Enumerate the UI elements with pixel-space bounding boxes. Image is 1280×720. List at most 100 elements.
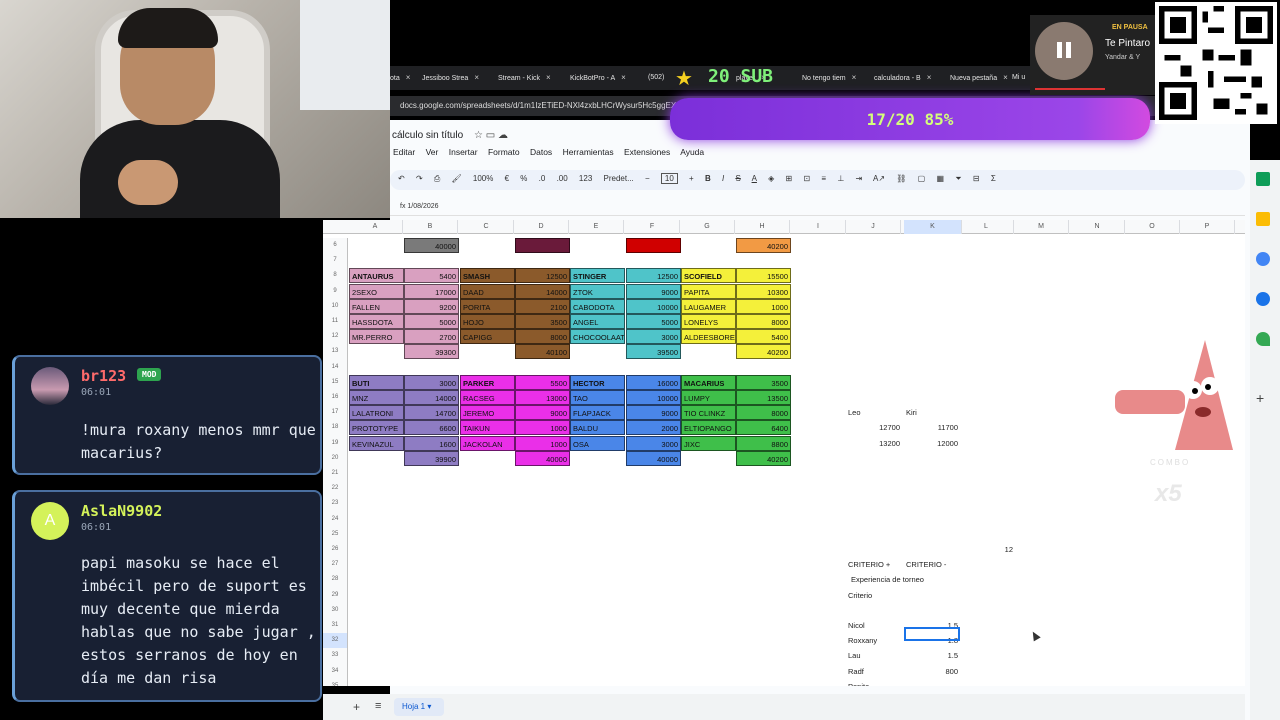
column-header-f[interactable]: F (625, 220, 680, 234)
percent-button[interactable]: % (520, 174, 527, 183)
close-icon[interactable]: × (546, 73, 551, 82)
total-cell[interactable]: 40000 (404, 238, 459, 253)
browser-tab[interactable]: No tengo tiem × (802, 70, 856, 86)
row-header[interactable]: 10 (323, 298, 348, 314)
player-value[interactable]: 6400 (736, 420, 791, 436)
close-icon[interactable]: × (1003, 73, 1008, 82)
person-name[interactable]: Radf (848, 667, 864, 676)
player-name[interactable]: HASSDOTA (349, 314, 404, 329)
player-value[interactable]: 2000 (626, 420, 681, 436)
strikethrough-button[interactable]: S (735, 174, 740, 183)
row-header[interactable]: 16 (323, 390, 348, 406)
row-header[interactable]: 28 (323, 572, 348, 588)
player-value[interactable]: 1600 (404, 435, 459, 451)
menu-insertar[interactable]: Insertar (449, 147, 478, 157)
player-value[interactable]: 9000 (515, 405, 570, 421)
team-header[interactable]: BUTI (349, 374, 404, 390)
cell[interactable] (626, 238, 681, 253)
cell-value[interactable]: 12 (959, 545, 1013, 554)
row-header[interactable]: 29 (323, 587, 348, 603)
player-value[interactable]: 8000 (515, 329, 570, 345)
chat-username[interactable]: AslaN9902 (81, 502, 162, 520)
row-header[interactable]: 27 (323, 557, 348, 573)
player-value[interactable]: 5000 (404, 314, 459, 329)
player-name[interactable]: DAAD (460, 283, 515, 299)
person-score[interactable]: 800 (904, 667, 958, 676)
italic-button[interactable]: I (722, 174, 724, 183)
player-value[interactable]: 2700 (404, 329, 459, 345)
menu-editar[interactable]: Editar (393, 147, 415, 157)
player-name[interactable]: CABODOTA (570, 298, 625, 314)
column-header-k[interactable]: K (904, 220, 962, 234)
column-header-c[interactable]: C (459, 220, 514, 234)
player-value[interactable]: 8000 (736, 405, 791, 421)
team-header[interactable]: MACARIUS (681, 374, 736, 390)
player-name[interactable]: TAO (570, 390, 625, 405)
player-value[interactable]: 13000 (515, 390, 570, 405)
browser-tab[interactable]: Stream - Kick × (498, 70, 551, 86)
player-name[interactable]: TIO CLINKZ (681, 405, 736, 421)
zoom-select[interactable]: 100% (473, 174, 493, 183)
total-cell[interactable]: 40200 (736, 238, 791, 253)
leo-label[interactable]: Leo (848, 408, 861, 417)
person-score[interactable]: 1.5 (904, 651, 958, 660)
kiri-value[interactable]: 11700 (904, 423, 958, 432)
close-icon[interactable]: × (474, 73, 479, 82)
player-name[interactable]: JEREMO (460, 405, 515, 421)
player-name[interactable]: 2SEXO (349, 283, 404, 299)
row-header[interactable]: 11 (323, 314, 348, 330)
menu-formato[interactable]: Formato (488, 147, 520, 157)
close-icon[interactable]: × (852, 73, 857, 82)
row-header[interactable]: 6 (323, 238, 348, 254)
row-header[interactable]: 12 (323, 329, 348, 345)
add-sheet-icon[interactable]: + (353, 700, 360, 714)
player-value[interactable]: 8800 (736, 435, 791, 451)
column-header-g[interactable]: G (680, 220, 735, 234)
menu-datos[interactable]: Datos (530, 147, 552, 157)
row-header[interactable]: 19 (323, 435, 348, 451)
team-header[interactable]: STINGER (570, 268, 625, 284)
player-value[interactable]: 10000 (626, 390, 681, 405)
formula-bar[interactable]: fx 1/08/2026 (390, 200, 1245, 216)
team-header[interactable]: HECTOR (570, 374, 625, 390)
row-header[interactable]: 17 (323, 405, 348, 421)
column-header-n[interactable]: N (1070, 220, 1125, 234)
row-header[interactable]: 8 (323, 268, 348, 284)
font-size-input[interactable]: 10 (660, 173, 678, 184)
close-icon[interactable]: × (621, 73, 626, 82)
captain-value[interactable]: 12500 (515, 268, 570, 284)
cell-grid[interactable]: 6 7 8 9 10 11 12 13 14 15 16 17 18 19 20 21 22 23 24 25 26 27… (323, 234, 1245, 686)
browser-tab[interactable]: ota × (390, 70, 410, 86)
player-value[interactable]: 5000 (626, 314, 681, 329)
currency-button[interactable]: € (505, 174, 509, 183)
rotate-icon[interactable]: A↗ (873, 174, 885, 183)
player-value[interactable]: 14000 (515, 283, 570, 299)
player-name[interactable]: ELTIOPANGO (681, 420, 736, 436)
player-name[interactable]: ANGEL (570, 314, 625, 329)
player-name[interactable]: PROTOTYPE (349, 420, 404, 436)
column-header-j[interactable]: J (846, 220, 901, 234)
captain-value[interactable]: 12500 (626, 268, 681, 284)
column-header-b[interactable]: B (403, 220, 458, 234)
row-header[interactable]: 13 (323, 344, 348, 360)
player-name[interactable]: OSA (570, 435, 625, 451)
browser-tab[interactable]: (502) (648, 70, 664, 86)
team-total[interactable]: 39300 (404, 344, 459, 360)
increase-decimal-icon[interactable]: .00 (557, 174, 568, 183)
team-header[interactable]: SMASH (460, 268, 515, 284)
menu-ayuda[interactable]: Ayuda (680, 147, 704, 157)
player-value[interactable]: 13500 (736, 390, 791, 405)
font-size-decrease[interactable]: − (645, 174, 650, 183)
sheets-icon[interactable] (1256, 172, 1270, 186)
undo-icon[interactable]: ↶ (398, 174, 405, 183)
browser-tab[interactable]: Nueva pestaña × (950, 70, 1008, 86)
row-header[interactable]: 31 (323, 618, 348, 634)
star-icon[interactable]: ☆ (474, 130, 483, 141)
player-value[interactable]: 3000 (626, 329, 681, 345)
borders-icon[interactable]: ⊞ (786, 174, 793, 183)
player-value[interactable]: 6600 (404, 420, 459, 436)
player-name[interactable]: MNZ (349, 390, 404, 405)
player-value[interactable]: 9000 (626, 405, 681, 421)
filter-icon[interactable]: ⏷ (955, 174, 961, 183)
player-name[interactable]: JACKOLAN (460, 435, 515, 451)
